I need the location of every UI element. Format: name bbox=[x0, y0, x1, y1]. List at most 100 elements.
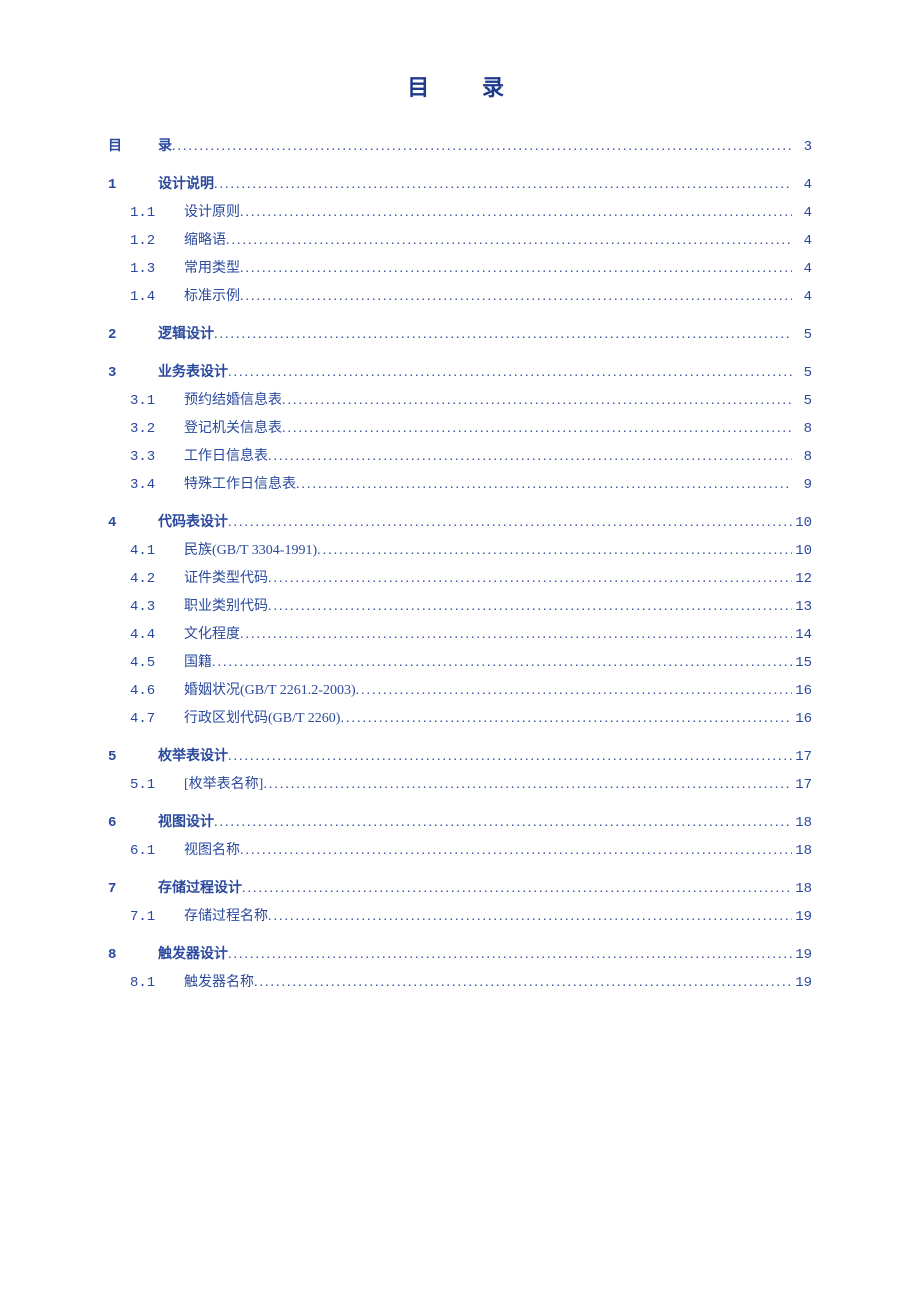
toc-entry-label: 存储过程名称 bbox=[184, 906, 268, 927]
toc-entry-page: 18 bbox=[792, 841, 812, 862]
toc-entry-page: 4 bbox=[792, 287, 812, 308]
toc-entry-page: 8 bbox=[792, 419, 812, 440]
toc-entry-page: 18 bbox=[792, 813, 812, 834]
toc-entry[interactable]: 4.2证件类型代码 12 bbox=[130, 568, 812, 590]
toc-leader-dots bbox=[268, 596, 792, 617]
toc-entry-label: 设计原则 bbox=[184, 202, 240, 223]
toc-entry-page: 8 bbox=[792, 447, 812, 468]
toc-entry-number: 7.1 bbox=[130, 907, 176, 928]
toc-entry-label: 工作日信息表 bbox=[184, 446, 268, 467]
toc-leader-dots bbox=[214, 324, 792, 345]
toc-entry[interactable]: 4.4文化程度 14 bbox=[130, 624, 812, 646]
toc-leader-dots bbox=[240, 840, 792, 861]
toc-entry-label: 视图设计 bbox=[158, 812, 214, 833]
toc-leader-dots bbox=[268, 568, 792, 589]
toc-entry-label: 缩略语 bbox=[184, 230, 226, 251]
toc-entry-label: 触发器设计 bbox=[158, 944, 228, 965]
title-char-1: 目 bbox=[407, 75, 438, 100]
toc-entry[interactable]: 3.2登记机关信息表 8 bbox=[130, 418, 812, 440]
toc-leader-dots bbox=[282, 418, 792, 439]
toc-entry-page: 14 bbox=[792, 625, 812, 646]
toc-entry[interactable]: 1.3常用类型 4 bbox=[130, 258, 812, 280]
toc-entry[interactable]: 4.6 婚姻状况(GB/T 2261.2-2003) 16 bbox=[130, 680, 812, 702]
toc-entry[interactable]: 4.3职业类别代码 13 bbox=[130, 596, 812, 618]
toc-entry[interactable]: 3.3工作日信息表 8 bbox=[130, 446, 812, 468]
toc-entry-label: 民族(GB/T 3304-1991) bbox=[184, 540, 317, 561]
toc-entry[interactable]: 4.7行政区划代码(GB/T 2260) 16 bbox=[130, 708, 812, 730]
toc-entry-page: 4 bbox=[792, 175, 812, 196]
toc-entry[interactable]: 1.4标准示例 4 bbox=[130, 286, 812, 308]
toc-entry-page: 9 bbox=[792, 475, 812, 496]
toc-leader-dots bbox=[240, 286, 792, 307]
toc-entry-label: 触发器名称 bbox=[184, 972, 254, 993]
toc-leader-dots bbox=[340, 708, 792, 729]
toc-entry-label: 视图名称 bbox=[184, 840, 240, 861]
toc-entry-label: 国籍 bbox=[184, 652, 212, 673]
toc-entry[interactable]: 6.1 视图名称 18 bbox=[130, 840, 812, 862]
toc-entry[interactable]: 8触发器设计 19 bbox=[108, 944, 812, 966]
toc-leader-dots bbox=[228, 512, 792, 533]
toc-entry-label: 业务表设计 bbox=[158, 362, 228, 383]
toc-entry[interactable]: 5枚举表设计 17 bbox=[108, 746, 812, 768]
toc-entry-label: 婚姻状况(GB/T 2261.2-2003) bbox=[184, 680, 356, 701]
toc-entry-number: 1.4 bbox=[130, 287, 176, 308]
toc-leader-dots bbox=[240, 624, 792, 645]
toc-entry-number: 4.2 bbox=[130, 569, 176, 590]
toc-entry[interactable]: 3.4特殊工作日信息表 9 bbox=[130, 474, 812, 496]
toc-entry-number: 4.6 bbox=[130, 681, 176, 702]
toc-entry-label: 特殊工作日信息表 bbox=[184, 474, 296, 495]
toc-entry[interactable]: 3.1预约结婚信息表 5 bbox=[130, 390, 812, 412]
toc-entry[interactable]: 4代码表设计 10 bbox=[108, 512, 812, 534]
toc-entry[interactable]: 4.5国籍 15 bbox=[130, 652, 812, 674]
toc-entry-page: 18 bbox=[792, 879, 812, 900]
toc-entry-page: 5 bbox=[792, 391, 812, 412]
toc-entry-page: 10 bbox=[792, 541, 812, 562]
toc-entry-page: 4 bbox=[792, 259, 812, 280]
toc-leader-dots bbox=[296, 474, 792, 495]
toc-leader-dots bbox=[254, 972, 792, 993]
toc-leader-dots bbox=[240, 202, 792, 223]
toc-entry[interactable]: 1设计说明 4 bbox=[108, 174, 812, 196]
toc-entry[interactable]: 1.1 设计原则 4 bbox=[130, 202, 812, 224]
toc-leader-dots bbox=[317, 540, 792, 561]
toc-entry-label: 常用类型 bbox=[184, 258, 240, 279]
toc-entry[interactable]: 1.2缩略语 4 bbox=[130, 230, 812, 252]
toc-entry-label: 存储过程设计 bbox=[158, 878, 242, 899]
toc-leader-dots bbox=[240, 258, 792, 279]
toc-entry-page: 13 bbox=[792, 597, 812, 618]
toc-entry-number: 4.1 bbox=[130, 541, 176, 562]
toc-entry-number: 1 bbox=[108, 175, 154, 196]
toc-entry-page: 19 bbox=[792, 945, 812, 966]
toc-entry-number: 1.1 bbox=[130, 203, 176, 224]
toc-entry-label: 设计说明 bbox=[158, 174, 214, 195]
toc-entry-number: 6 bbox=[108, 813, 154, 834]
toc-leader-dots bbox=[356, 680, 792, 701]
toc-entry-page: 16 bbox=[792, 681, 812, 702]
toc-entry[interactable]: 7存储过程设计 18 bbox=[108, 878, 812, 900]
toc-entry-page: 4 bbox=[792, 203, 812, 224]
toc-leader-dots bbox=[226, 230, 792, 251]
toc-entry-label: 证件类型代码 bbox=[184, 568, 268, 589]
toc-entry[interactable]: 6视图设计 18 bbox=[108, 812, 812, 834]
toc-entry[interactable]: 3业务表设计 5 bbox=[108, 362, 812, 384]
toc-entry-page: 19 bbox=[792, 907, 812, 928]
toc-entry-number: 6.1 bbox=[130, 841, 176, 862]
toc-entry-label: 行政区划代码(GB/T 2260) bbox=[184, 708, 340, 729]
toc-leader-dots bbox=[268, 446, 792, 467]
toc-entry-label: 登记机关信息表 bbox=[184, 418, 282, 439]
toc-entry-label: 录 bbox=[158, 136, 172, 157]
toc-leader-dots bbox=[172, 136, 792, 157]
toc-entry[interactable]: 5.1[枚举表名称] 17 bbox=[130, 774, 812, 796]
toc-entry[interactable]: 2逻辑设计 5 bbox=[108, 324, 812, 346]
toc-entry[interactable]: 目录 3 bbox=[108, 136, 812, 158]
toc-entry-number: 8 bbox=[108, 945, 154, 966]
toc-entry[interactable]: 8.1触发器名称 19 bbox=[130, 972, 812, 994]
toc-entry-page: 16 bbox=[792, 709, 812, 730]
toc-entry-page: 19 bbox=[792, 973, 812, 994]
toc-entry-number: 目 bbox=[108, 137, 154, 158]
toc-entry-number: 7 bbox=[108, 879, 154, 900]
toc-entry[interactable]: 7.1 存储过程名称 19 bbox=[130, 906, 812, 928]
toc-entry[interactable]: 4.1 民族(GB/T 3304-1991) 10 bbox=[130, 540, 812, 562]
toc-entry-page: 5 bbox=[792, 363, 812, 384]
toc-leader-dots bbox=[282, 390, 792, 411]
